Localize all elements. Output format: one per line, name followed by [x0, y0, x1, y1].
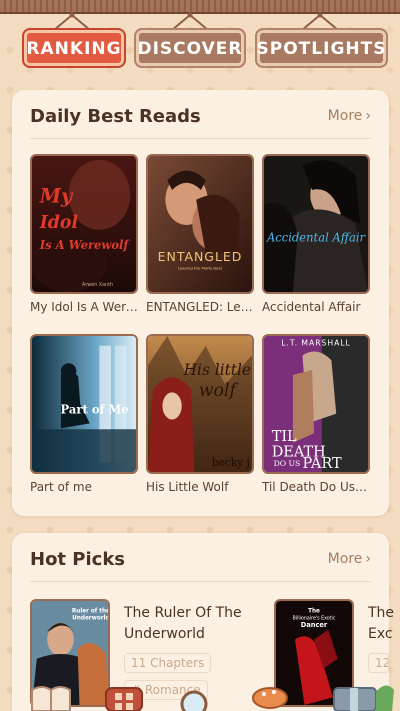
svg-text:Leaving the Mafia Boss: Leaving the Mafia Boss — [178, 266, 222, 271]
book-card[interactable]: His little wolf becky j His Little Wolf — [146, 334, 254, 494]
chapters-chip: 12 — [368, 653, 389, 673]
cake-icon[interactable] — [250, 680, 290, 711]
hot-pick-title-line2: Exc — [368, 626, 393, 642]
gift-icon[interactable] — [330, 680, 396, 711]
cover-title-text: The — [308, 609, 320, 615]
book-title: Part of me — [30, 480, 92, 494]
section-title: Hot Picks — [30, 549, 126, 570]
cover-title-text: Ruler of the — [72, 609, 108, 615]
book-card[interactable]: My Idol Is A Werewolf Arwen Xanth My Ido… — [30, 154, 138, 314]
bottom-navigation — [0, 680, 400, 711]
more-link[interactable]: More › — [328, 551, 371, 567]
divider — [30, 138, 371, 139]
cover-title-text: ENTANGLED — [158, 249, 243, 264]
book-cover: Accidental Affair — [262, 154, 370, 294]
grid-icon[interactable] — [104, 680, 144, 711]
book-title: Accidental Affair — [262, 300, 361, 314]
hot-pick-title: The Ruler Of The Underworld — [124, 605, 242, 642]
book-card[interactable]: Accidental Affair Accidental Affair — [262, 154, 370, 314]
cover-author: Arwen Xanth — [82, 282, 113, 288]
book-title: Til Death Do Us Part — [262, 480, 370, 494]
chapters-chip: 11 Chapters — [124, 653, 212, 673]
svg-text:Dancer: Dancer — [301, 621, 328, 629]
cover-title-text: Part of Me — [61, 403, 129, 417]
svg-text:Underworld: Underworld — [72, 615, 108, 621]
cover-title-text: My — [39, 185, 74, 208]
category-tabs: RANKING DISCOVER SPOTLIGHTS — [22, 28, 388, 68]
book-title: ENTANGLED: Leaving the Mafia Boss — [146, 300, 254, 314]
book-title: My Idol Is A Werewolf — [30, 300, 138, 314]
cover-author: L.T. MARSHALL — [281, 339, 351, 348]
tab-ranking[interactable]: RANKING — [22, 28, 126, 68]
book-cover: ENTANGLED Leaving the Mafia Boss — [146, 154, 254, 294]
book-title: His Little Wolf — [146, 480, 229, 494]
tab-discover[interactable]: DISCOVER — [134, 28, 246, 68]
book-card[interactable]: L.T. MARSHALL TIL DEATH DO US PART Til D… — [262, 334, 370, 494]
svg-text:DO US: DO US — [274, 459, 301, 468]
search-icon[interactable] — [178, 680, 214, 711]
tab-spotlights[interactable]: SPOTLIGHTS — [255, 28, 388, 68]
cover-author: becky j — [212, 456, 250, 469]
book-card[interactable]: Part of Me Part of me — [30, 334, 138, 494]
svg-text:PART: PART — [303, 456, 342, 472]
daily-best-reads-card: Daily Best Reads More › My Idol Is A Wer… — [12, 90, 389, 516]
more-link[interactable]: More › — [328, 108, 371, 124]
book-card[interactable]: ENTANGLED Leaving the Mafia Boss ENTANGL… — [146, 154, 254, 314]
section-title: Daily Best Reads — [30, 106, 201, 127]
book-icon[interactable] — [30, 680, 72, 711]
book-cover: Part of Me — [30, 334, 138, 474]
hot-pick-title: The — [368, 605, 395, 621]
cover-title-text: TIL — [272, 429, 297, 445]
svg-text:Is A Werewolf: Is A Werewolf — [39, 238, 131, 252]
book-cover: My Idol Is A Werewolf Arwen Xanth — [30, 154, 138, 294]
book-cover: His little wolf becky j — [146, 334, 254, 474]
svg-text:Idol: Idol — [39, 213, 79, 233]
chevron-right-icon: › — [365, 551, 371, 567]
cover-title-text: Accidental Affair — [266, 230, 367, 244]
chevron-right-icon: › — [365, 108, 371, 124]
book-cover: L.T. MARSHALL TIL DEATH DO US PART — [262, 334, 370, 474]
svg-text:wolf: wolf — [199, 381, 240, 401]
divider — [30, 581, 371, 582]
cover-title-text: His little — [183, 361, 251, 379]
